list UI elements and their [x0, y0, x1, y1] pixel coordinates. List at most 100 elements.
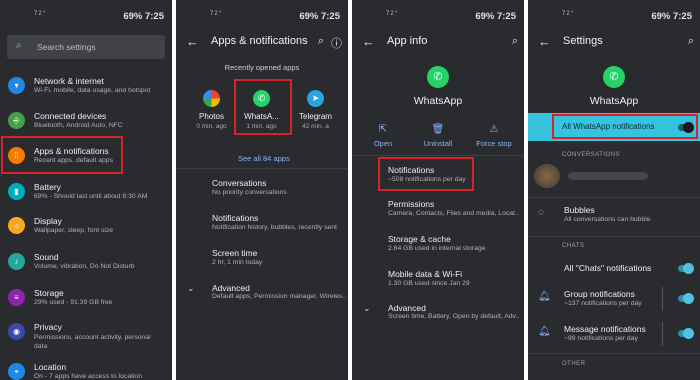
settings-item-privacy[interactable]: ◉ Privacy Permissions, account activity,…: [0, 318, 172, 356]
app-name: WhatsApp: [589, 95, 639, 107]
item-screen-time[interactable]: Screen time 2 hr, 1 min today: [176, 246, 348, 276]
open-label: Open: [373, 139, 393, 148]
item-sub: 69% - Should last until about 8:30 AM: [34, 193, 148, 200]
blurred-avatar: [534, 164, 560, 188]
search-icon[interactable]: ⌕: [688, 35, 694, 48]
section-conversations: CONVERSATIONS: [562, 152, 621, 158]
group-toggle[interactable]: [678, 293, 694, 304]
privacy-icon: ◉: [8, 323, 25, 340]
back-arrow-icon[interactable]: ←: [362, 34, 375, 49]
whatsapp-icon: ✆: [427, 66, 449, 88]
warning-icon: ⚠: [489, 124, 499, 135]
status-bar: 72° 69% 7:25: [352, 0, 524, 32]
group-notifications-item[interactable]: 🔔︎ Group notifications ~137 notification…: [528, 287, 700, 317]
vertical-divider: [662, 322, 663, 346]
item-notifications[interactable]: Notifications Notification history, bubb…: [176, 211, 348, 241]
app-bar: ← Apps & notifications ⌕ ⓘ: [176, 30, 348, 54]
settings-item-connected[interactable]: ⎆ Connected devices Bluetooth, Android A…: [0, 107, 172, 137]
search-icon[interactable]: ⌕: [318, 35, 324, 48]
item-permissions[interactable]: Permissions Camera, Contacts, Files and …: [352, 197, 524, 227]
item-sub: ~137 notifications per day: [564, 300, 642, 307]
trash-icon: 🗑: [431, 124, 445, 135]
item-conversations[interactable]: Conversations No priority conversations: [176, 176, 348, 206]
divider: [352, 155, 524, 156]
recent-apps-label: Recently opened apps: [224, 63, 300, 72]
devices-icon: ⎆: [8, 112, 25, 129]
status-bar: 72° 69% 7:25: [528, 0, 700, 32]
item-sub: Camera, Contacts, Files and media, Locat…: [388, 210, 519, 217]
app-time: 0 min. ago: [196, 123, 227, 130]
notification-settings-panel: 72° 69% 7:25 ← Settings ⌕ ✆ WhatsApp All…: [528, 0, 700, 380]
wifi-icon: ▾: [8, 77, 25, 94]
toggle-knob: [683, 293, 694, 304]
highlight-box: [378, 157, 474, 191]
recent-app-telegram[interactable]: ➤ Telegram 42 min. a: [293, 90, 338, 130]
item-sub: Permissions, account activity, personal …: [34, 334, 151, 350]
open-button[interactable]: ⇱ Open: [361, 124, 405, 148]
status-bar: 72° 69% 7:25: [0, 0, 172, 32]
app-name: Telegram: [299, 112, 332, 121]
message-notifications-item[interactable]: 🔔︎ Message notifications ~99 notificatio…: [528, 322, 700, 352]
chats-item[interactable]: All "Chats" notifications: [528, 260, 700, 280]
item-sub: Volume, vibration, Do Not Disturb: [34, 263, 135, 270]
back-arrow-icon[interactable]: ←: [538, 34, 551, 49]
location-icon: ⌖: [8, 363, 25, 380]
help-icon[interactable]: ⓘ: [331, 35, 342, 51]
bell-icon: 🔔︎: [538, 291, 551, 302]
search-icon[interactable]: ⌕: [512, 35, 518, 48]
settings-item-network[interactable]: ▾ Network & internet Wi-Fi, mobile, data…: [0, 72, 172, 102]
highlight-box: [552, 114, 698, 139]
item-sub: 2.64 GB used in internal storage: [388, 245, 486, 252]
force-stop-button[interactable]: ⚠ Force stop: [472, 124, 516, 148]
item-title: Display: [34, 216, 62, 226]
item-title: All "Chats" notifications: [564, 263, 652, 273]
settings-item-battery[interactable]: ▮ Battery 69% - Should last until about …: [0, 178, 172, 208]
highlight-box: [1, 136, 123, 174]
item-advanced[interactable]: ⌄ Advanced Default apps, Permission mana…: [176, 281, 348, 311]
settings-item-sound[interactable]: ♪ Sound Volume, vibration, Do Not Distur…: [0, 248, 172, 278]
page-title: Settings: [563, 35, 603, 47]
item-title: Screen time: [212, 248, 258, 258]
item-sub: On - 7 apps have access to location: [34, 373, 143, 380]
settings-item-storage[interactable]: ≡ Storage 29% used - 91.39 GB free: [0, 284, 172, 314]
uninstall-label: Uninstall: [423, 139, 453, 148]
app-name: Photos: [199, 112, 224, 121]
status-bar: 72° 69% 7:25: [176, 0, 348, 32]
item-mobile-data[interactable]: Mobile data & Wi-Fi 1.30 GB used since J…: [352, 267, 524, 297]
item-advanced[interactable]: ⌄ Advanced Screen time, Battery, Open by…: [352, 301, 524, 331]
bubbles-icon: ◌: [538, 207, 544, 218]
toggle-knob: [683, 328, 694, 339]
status-temp: 72°: [562, 11, 575, 17]
display-icon: ☼: [8, 217, 25, 234]
item-title: Battery: [34, 182, 61, 192]
chats-toggle[interactable]: [678, 263, 694, 274]
message-toggle[interactable]: [678, 328, 694, 339]
app-info-panel: 72° 69% 7:25 ← App info ⌕ ✆ WhatsApp ⇱ O…: [352, 0, 524, 380]
toggle-knob: [683, 263, 694, 274]
item-title: Sound: [34, 252, 59, 262]
status-battery-time: 69% 7:25: [475, 11, 516, 22]
item-title: Group notifications: [564, 289, 635, 299]
settings-item-display[interactable]: ☼ Display Wallpaper, sleep, font size: [0, 212, 172, 242]
whatsapp-icon: ✆: [603, 66, 625, 88]
item-title: Message notifications: [564, 324, 646, 334]
item-sub: Wallpaper, sleep, font size: [34, 227, 114, 234]
telegram-icon: ➤: [307, 90, 324, 107]
uninstall-button[interactable]: 🗑 Uninstall: [416, 124, 460, 148]
recent-app-photos[interactable]: Photos 0 min. ago: [189, 90, 234, 130]
section-other: OTHER: [562, 361, 586, 367]
item-title: Location: [34, 362, 67, 372]
back-arrow-icon[interactable]: ←: [186, 34, 199, 49]
search-input[interactable]: ⌕ Search settings: [7, 35, 165, 59]
item-storage[interactable]: Storage & cache 2.64 GB used in internal…: [352, 232, 524, 262]
item-title: Bubbles: [564, 205, 595, 215]
item-title: Privacy: [34, 322, 62, 332]
see-all-apps-link[interactable]: See all 84 apps: [238, 154, 290, 163]
settings-item-location[interactable]: ⌖ Location On - 7 apps have access to lo…: [0, 358, 172, 380]
item-sub: Default apps, Permission manager, Wirele…: [212, 293, 347, 300]
section-chats: CHATS: [562, 243, 585, 249]
search-icon: ⌕: [16, 40, 22, 51]
app-time: 42 min. a: [302, 123, 329, 130]
storage-icon: ≡: [8, 289, 25, 306]
bubbles-item[interactable]: ◌ Bubbles All conversations can bubble: [528, 203, 700, 233]
